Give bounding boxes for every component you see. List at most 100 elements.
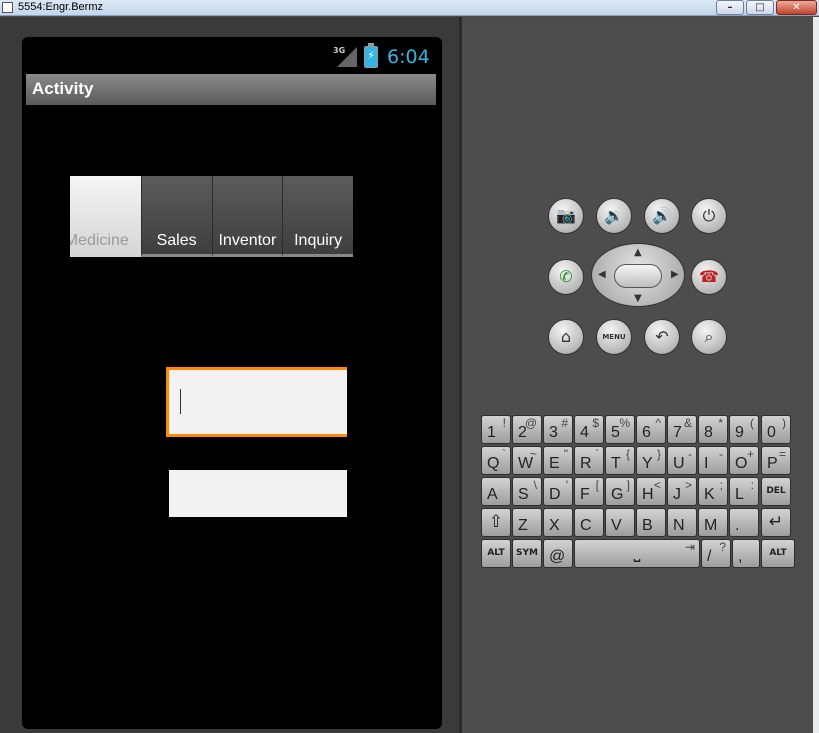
- key-b[interactable]: B: [636, 508, 666, 537]
- key-3[interactable]: 3 #: [543, 415, 573, 444]
- key-label: 3: [549, 424, 558, 441]
- key-h[interactable]: H <: [636, 477, 666, 506]
- key-shift[interactable]: ⇧: [481, 508, 511, 537]
- dpad-up-icon[interactable]: ▲: [634, 247, 642, 258]
- key-f[interactable]: F[: [574, 477, 604, 506]
- key-z[interactable]: Z: [512, 508, 542, 537]
- key-label: Z: [518, 517, 528, 534]
- key-r[interactable]: R `: [574, 446, 604, 475]
- dpad-center-button[interactable]: [614, 264, 662, 288]
- key-alt-label: >: [684, 478, 692, 492]
- key-symbol[interactable]: @: [543, 539, 573, 568]
- call-button[interactable]: ✆: [548, 259, 584, 295]
- key-x[interactable]: X: [543, 508, 573, 537]
- key-sym[interactable]: SYM: [512, 539, 542, 568]
- key-p[interactable]: P =: [761, 446, 791, 475]
- key-alt-label: }: [656, 447, 661, 461]
- key-alt-label: #: [561, 416, 568, 430]
- key-9[interactable]: 9(: [729, 415, 759, 444]
- window-title-bar: 5554:Engr.Bermz – □ ✕: [0, 0, 819, 16]
- tab-label: Inquiry: [294, 232, 343, 249]
- key-0[interactable]: 0): [761, 415, 791, 444]
- key-k[interactable]: K;: [698, 477, 728, 506]
- key-s[interactable]: S \: [512, 477, 542, 506]
- key-o[interactable]: O +: [729, 446, 759, 475]
- key-i[interactable]: I-: [698, 446, 728, 475]
- dpad-left-icon[interactable]: ◀: [598, 269, 606, 280]
- key-g[interactable]: G]: [605, 477, 635, 506]
- volume-down-button[interactable]: 🔉: [596, 198, 632, 234]
- key-label: M: [704, 517, 718, 534]
- key-symbol[interactable]: .: [729, 508, 759, 537]
- volume-up-button[interactable]: 🔊: [644, 198, 680, 234]
- dpad[interactable]: ▲ ▼ ◀ ▶: [591, 243, 685, 307]
- search-button[interactable]: ⌕: [691, 319, 727, 355]
- end-call-icon: ☎: [699, 267, 719, 286]
- tab-bar: Medicine Sales Inventor Inquiry: [70, 176, 353, 257]
- key-label: P: [767, 455, 778, 472]
- key-l[interactable]: L:: [729, 477, 759, 506]
- key-label: X: [549, 517, 560, 534]
- window-edge: [813, 17, 819, 733]
- key-v[interactable]: V: [605, 508, 635, 537]
- key-5[interactable]: 5%: [605, 415, 635, 444]
- key-alt-label: !: [502, 416, 506, 430]
- key-q[interactable]: Q `: [481, 446, 511, 475]
- camera-button[interactable]: 📷: [548, 198, 584, 234]
- tab-medicine[interactable]: Medicine: [70, 176, 141, 257]
- key-j[interactable]: J >: [667, 477, 697, 506]
- key-c[interactable]: C: [574, 508, 604, 537]
- key-label: L: [735, 486, 744, 503]
- text-field-2[interactable]: [169, 470, 347, 517]
- key-u[interactable]: U-: [667, 446, 697, 475]
- key-label: T: [611, 455, 621, 472]
- key-symbol[interactable]: /?: [701, 539, 731, 568]
- key-7[interactable]: 7 &: [667, 415, 697, 444]
- key-symbol[interactable]: ,: [732, 539, 760, 568]
- dpad-down-icon[interactable]: ▼: [634, 293, 642, 304]
- key-6[interactable]: 6 ^: [636, 415, 666, 444]
- key-label: K: [704, 486, 715, 503]
- controls-panel: [462, 17, 819, 733]
- key-alt[interactable]: ALT: [761, 539, 795, 568]
- key-d[interactable]: D ': [543, 477, 573, 506]
- key-enter[interactable]: ↵: [761, 508, 791, 537]
- maximize-button[interactable]: □: [746, 0, 774, 15]
- close-button[interactable]: ✕: [776, 0, 817, 15]
- key-8[interactable]: 8 *: [698, 415, 728, 444]
- key-alt-label: <: [653, 478, 661, 492]
- key-1[interactable]: 1!: [481, 415, 511, 444]
- key-e[interactable]: E ": [543, 446, 573, 475]
- key-4[interactable]: 4 $: [574, 415, 604, 444]
- key-m[interactable]: M: [698, 508, 728, 537]
- end-call-button[interactable]: ☎: [691, 259, 727, 295]
- enter-icon: ↵: [768, 512, 784, 532]
- key-2[interactable]: 2 @: [512, 415, 542, 444]
- key-del[interactable]: DEL: [761, 477, 791, 506]
- home-button[interactable]: ⌂: [548, 319, 584, 355]
- menu-button[interactable]: MENU: [596, 319, 632, 355]
- charging-icon: ⚡: [367, 49, 375, 62]
- dpad-right-icon[interactable]: ▶: [671, 269, 679, 280]
- key-n[interactable]: N: [667, 508, 697, 537]
- key-y[interactable]: Y}: [636, 446, 666, 475]
- key-a[interactable]: A: [481, 477, 511, 506]
- key-t[interactable]: T{: [605, 446, 635, 475]
- key-alt-label: `: [502, 447, 506, 461]
- key-space[interactable]: ⎵ ⇥: [574, 539, 700, 568]
- space-icon: ⎵: [633, 543, 641, 563]
- search-icon: ⌕: [704, 327, 714, 346]
- tab-sales[interactable]: Sales: [140, 176, 212, 257]
- key-alt[interactable]: ALT: [481, 539, 511, 568]
- minimize-button[interactable]: –: [716, 0, 744, 15]
- tab-inventory[interactable]: Inventor: [211, 176, 283, 257]
- key-alt-label: $: [592, 416, 599, 430]
- key-label: 8: [704, 424, 713, 441]
- tab-inquiry[interactable]: Inquiry: [282, 176, 353, 257]
- key-label: /: [707, 548, 712, 565]
- key-w[interactable]: W ~: [512, 446, 542, 475]
- text-field-1[interactable]: [166, 367, 347, 437]
- back-button[interactable]: ↶: [644, 319, 680, 355]
- menu-label: MENU: [602, 333, 626, 341]
- power-button[interactable]: ⏻: [691, 198, 727, 234]
